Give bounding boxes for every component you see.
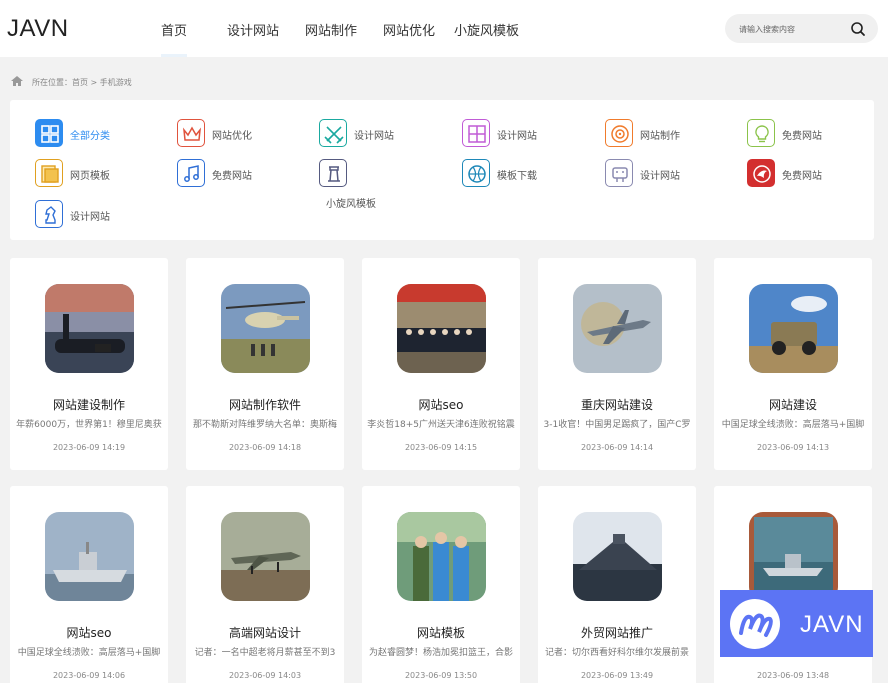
search-box <box>725 14 878 43</box>
category-label: 设计网站 <box>70 212 110 223</box>
basketball-icon <box>462 159 490 187</box>
category-label: 小旋风模板 <box>326 199 376 210</box>
article-title[interactable]: 网站模板 <box>362 624 520 641</box>
category-label: 设计网站 <box>497 131 537 142</box>
article-title[interactable]: 网站建设制作 <box>10 396 168 413</box>
nav-item-making[interactable]: 网站制作 <box>305 20 357 39</box>
nav-item-home[interactable]: 首页 <box>161 20 187 39</box>
site-header: JAVN 首页 设计网站 网站制作 网站优化 小旋风模板 <box>0 0 888 57</box>
tower-icon <box>319 159 347 187</box>
plug-icon <box>605 159 633 187</box>
article-title[interactable]: 网站seo <box>362 396 520 413</box>
article-desc: 中国足球全线溃败：高层落马+国脚 <box>17 648 161 658</box>
brand-badge[interactable]: JAVN <box>720 590 873 657</box>
article-card[interactable]: 外贸网站推广 记者：切尔西看好科尔维尔发展前景 2023-06-09 13:49 <box>538 486 696 683</box>
article-date: 2023-06-09 14:14 <box>580 443 654 452</box>
article-title[interactable]: 外贸网站推广 <box>538 624 696 641</box>
nav-item-design[interactable]: 设计网站 <box>227 20 279 39</box>
home-icon[interactable] <box>10 75 24 87</box>
site-logo[interactable]: JAVN <box>7 15 69 43</box>
helicopter-image <box>221 284 310 373</box>
crown-icon <box>177 119 205 147</box>
article-title[interactable]: 网站制作软件 <box>186 396 344 413</box>
group-photo-image <box>397 284 486 373</box>
category-label: 免费网站 <box>782 171 822 182</box>
search-button[interactable] <box>849 20 867 38</box>
article-card[interactable]: 网站建设 中国足球全线溃败：高层落马+国脚 2023-06-09 14:13 <box>714 258 872 470</box>
category-label: 设计网站 <box>640 171 680 182</box>
nav-item-seo[interactable]: 网站优化 <box>383 20 435 39</box>
article-title[interactable]: 网站seo <box>10 624 168 641</box>
category-label: 模板下载 <box>497 171 537 182</box>
layers-icon <box>35 159 63 187</box>
article-title[interactable]: 网站建设 <box>714 396 872 413</box>
submarine-image <box>45 284 134 373</box>
naval-painting-image <box>749 512 838 601</box>
chess-knight-icon <box>35 200 63 228</box>
category-label: 免费网站 <box>212 171 252 182</box>
category-label: 网页模板 <box>70 171 110 182</box>
search-icon <box>851 22 865 36</box>
article-desc: 为赵睿圆梦！杨浩加冕扣篮王，合影 <box>368 648 513 658</box>
fighter-jet-image <box>573 284 662 373</box>
article-desc: 年薪6000万，世界第1！穆里尼奥获 <box>16 420 162 430</box>
category-label: 全部分类 <box>70 131 110 142</box>
category-label: 网站优化 <box>212 131 252 142</box>
article-card[interactable]: 网站制作软件 那不勒斯对阵维罗纳大名单：奥斯梅 2023-06-09 14:18 <box>186 258 344 470</box>
target-icon <box>605 119 633 147</box>
brand-logo-icon <box>730 599 780 649</box>
layout-icon <box>462 119 490 147</box>
category-label: 网站制作 <box>640 131 680 142</box>
armored-vehicle-image <box>749 284 838 373</box>
warship-image <box>45 512 134 601</box>
article-date: 2023-06-09 13:49 <box>580 671 654 680</box>
article-desc: 记者：一名中超老将月薪甚至不到3 <box>194 648 336 658</box>
article-card[interactable]: 网站建设制作 年薪6000万，世界第1！穆里尼奥获 2023-06-09 14:… <box>10 258 168 470</box>
article-date: 2023-06-09 13:50 <box>404 671 478 680</box>
category-panel: 全部分类 网站优化 设计网站 设计网站 网站制作 免费网站 网页模板 免费网站 … <box>10 100 874 240</box>
article-date: 2023-06-09 14:19 <box>52 443 126 452</box>
article-date: 2023-06-09 14:18 <box>228 443 302 452</box>
article-date: 2023-06-09 13:48 <box>756 671 830 680</box>
article-card[interactable]: 高端网站设计 记者：一名中超老将月薪甚至不到3 2023-06-09 14:03 <box>186 486 344 683</box>
category-label: 设计网站 <box>354 131 394 142</box>
article-desc: 3-1收官！中国男足踢疯了，国产C罗 <box>543 420 691 430</box>
breadcrumb-text: 所在位置：首页 > 手机游戏 <box>32 78 132 87</box>
article-desc: 那不勒斯对阵维罗纳大名单：奥斯梅 <box>192 420 337 430</box>
article-card[interactable]: 网站seo 中国足球全线溃败：高层落马+国脚 2023-06-09 14:06 <box>10 486 168 683</box>
article-date: 2023-06-09 14:15 <box>404 443 478 452</box>
music-icon <box>177 159 205 187</box>
lightbulb-icon <box>747 119 775 147</box>
article-card[interactable]: 网站seo 李炎哲18+5广州送天津6连败祝铭震 2023-06-09 14:1… <box>362 258 520 470</box>
grid-icon <box>35 119 63 147</box>
swords-icon <box>319 119 347 147</box>
article-desc: 李炎哲18+5广州送天津6连败祝铭震 <box>367 420 515 430</box>
article-card[interactable]: 重庆网站建设 3-1收官！中国男足踢疯了，国产C罗 2023-06-09 14:… <box>538 258 696 470</box>
nav-item-templates[interactable]: 小旋风模板 <box>454 20 519 39</box>
article-card[interactable]: 网站模板 为赵睿圆梦！杨浩加冕扣篮王，合影 2023-06-09 13:50 <box>362 486 520 683</box>
nav-active-indicator <box>161 54 187 57</box>
article-date: 2023-06-09 14:13 <box>756 443 830 452</box>
athletes-image <box>397 512 486 601</box>
drone-image <box>221 512 310 601</box>
article-desc: 中国足球全线溃败：高层落马+国脚 <box>721 420 865 430</box>
article-date: 2023-06-09 14:06 <box>52 671 126 680</box>
bird-icon <box>747 159 775 187</box>
stealth-ship-image <box>573 512 662 601</box>
article-title[interactable]: 重庆网站建设 <box>538 396 696 413</box>
article-title[interactable]: 高端网站设计 <box>186 624 344 641</box>
category-label: 免费网站 <box>782 131 822 142</box>
article-desc: 记者：切尔西看好科尔维尔发展前景 <box>544 648 689 658</box>
article-date: 2023-06-09 14:03 <box>228 671 302 680</box>
search-input[interactable] <box>739 22 849 36</box>
brand-badge-text: JAVN <box>800 611 864 638</box>
